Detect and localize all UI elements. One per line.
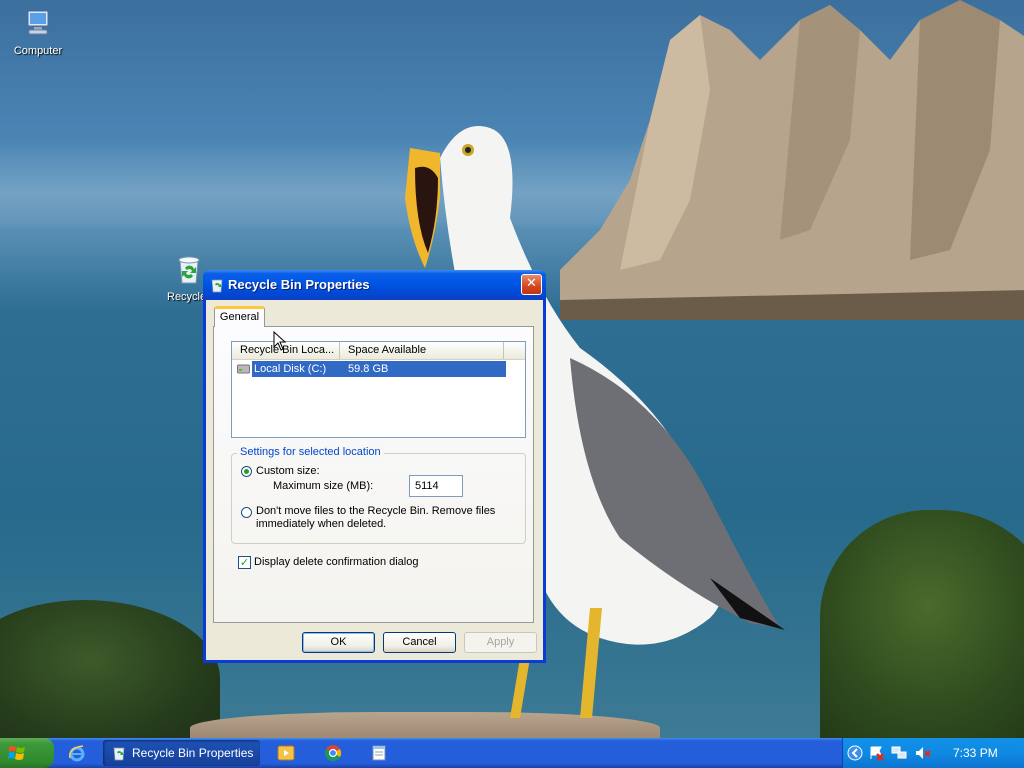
system-tray: 7:33 PM: [842, 738, 1024, 768]
dialog-titlebar[interactable]: Recycle Bin Properties ✕: [203, 270, 546, 300]
expand-tray-icon[interactable]: [847, 745, 863, 761]
custom-size-label: Custom size:: [256, 465, 320, 477]
confirm-dialog-checkbox[interactable]: ✓: [238, 556, 251, 569]
column-header-space[interactable]: Space Available: [340, 342, 504, 359]
dont-move-radio[interactable]: [241, 507, 252, 518]
recycle-bin-properties-dialog: Recycle Bin Properties ✕ General Recycle…: [203, 270, 546, 663]
drive-icon: [237, 364, 250, 374]
security-alert-icon[interactable]: [869, 745, 885, 761]
taskbar: Recycle Bin Properties 7:33 PM: [0, 738, 1024, 768]
taskbar-button-recycle-bin-properties[interactable]: Recycle Bin Properties: [103, 740, 260, 766]
media-player-icon[interactable]: [277, 744, 295, 762]
close-icon: ✕: [526, 276, 537, 291]
recycle-bin-icon: [178, 256, 200, 284]
dialog-title: Recycle Bin Properties: [228, 277, 370, 292]
list-cell-location: Local Disk (C:): [254, 363, 327, 375]
internet-explorer-icon[interactable]: [68, 744, 86, 762]
custom-size-radio[interactable]: [241, 466, 252, 477]
taskbar-button-label: Recycle Bin Properties: [132, 746, 254, 760]
list-item-local-disk[interactable]: Local Disk (C:) 59.8 GB: [237, 361, 506, 377]
max-size-input[interactable]: [409, 475, 463, 497]
recycle-bin-icon: [113, 747, 125, 761]
apply-button[interactable]: Apply: [464, 632, 537, 653]
network-icon[interactable]: [891, 745, 907, 761]
dialog-client-area: General Recycle Bin Loca... Space Availa…: [206, 300, 543, 660]
cancel-button[interactable]: Cancel: [383, 632, 456, 653]
confirm-dialog-label: Display delete confirmation dialog: [254, 556, 419, 568]
desktop-icon-computer[interactable]: Computer: [3, 8, 73, 57]
tab-page-general: Recycle Bin Loca... Space Available Loca…: [213, 326, 534, 623]
ok-button[interactable]: OK: [302, 632, 375, 653]
start-button[interactable]: [0, 738, 54, 768]
dont-move-label-line2: immediately when deleted.: [256, 518, 387, 530]
notepad-icon[interactable]: [370, 744, 388, 762]
settings-groupbox: Settings for selected location Custom si…: [231, 446, 526, 544]
desktop-icon-label: Computer: [13, 45, 63, 57]
computer-icon: [27, 10, 49, 35]
settings-group-label: Settings for selected location: [237, 446, 384, 458]
foliage-left: [0, 600, 220, 738]
close-button[interactable]: ✕: [521, 274, 542, 295]
max-size-label: Maximum size (MB):: [273, 480, 374, 492]
recycle-bin-icon: [211, 279, 223, 293]
dont-move-label-line1: Don't move files to the Recycle Bin. Rem…: [256, 505, 496, 517]
clock[interactable]: 7:33 PM: [953, 746, 998, 760]
list-cell-space: 59.8 GB: [348, 363, 389, 375]
chrome-icon[interactable]: [324, 744, 342, 762]
location-list[interactable]: Recycle Bin Loca... Space Available Loca…: [231, 341, 526, 438]
tab-general[interactable]: General: [214, 306, 265, 327]
windows-flag-icon: [8, 746, 25, 760]
mouse-cursor-icon: [273, 331, 287, 351]
foliage-right: [820, 510, 1024, 738]
volume-muted-icon[interactable]: [915, 745, 931, 761]
